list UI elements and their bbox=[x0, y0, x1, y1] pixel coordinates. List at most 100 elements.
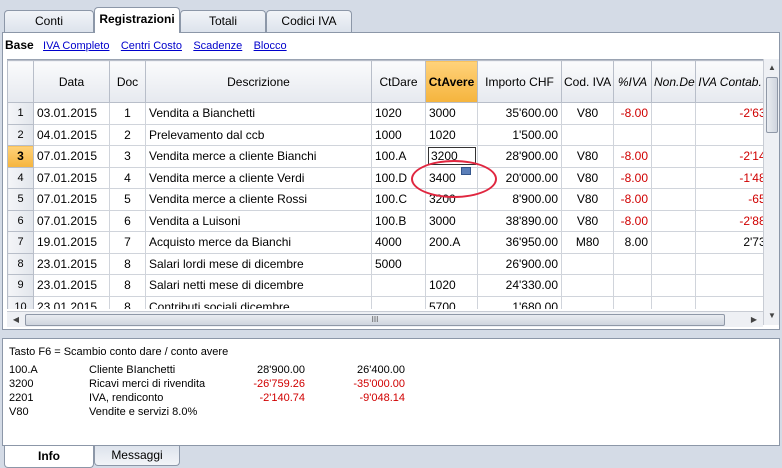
scroll-down-icon[interactable]: ▼ bbox=[766, 309, 778, 323]
col-header-ctavere[interactable]: CtAvere bbox=[425, 60, 478, 103]
cell-ctavere[interactable]: 5700 bbox=[425, 295, 478, 309]
cell-ctdare[interactable]: 5000 bbox=[371, 252, 426, 275]
cell-nonde[interactable] bbox=[651, 274, 696, 297]
cell-nonde[interactable] bbox=[651, 295, 696, 309]
cell-ctdare[interactable]: 100.B bbox=[371, 209, 426, 232]
cell-descrizione[interactable]: Salari netti mese di dicembre bbox=[145, 274, 372, 297]
cell-nonde[interactable] bbox=[651, 166, 696, 189]
cell-cod-iva[interactable] bbox=[561, 123, 614, 146]
cell-descrizione[interactable]: Prelevamento dal ccb bbox=[145, 123, 372, 146]
cell-iva-contab[interactable]: -1'481.48 bbox=[695, 166, 763, 189]
col-header-doc[interactable]: Doc bbox=[109, 60, 146, 103]
row-number[interactable]: 9 bbox=[7, 274, 34, 297]
cell-cod-iva[interactable]: V80 bbox=[561, 166, 614, 189]
cell-doc[interactable]: 2 bbox=[109, 123, 146, 146]
cell-importo[interactable]: 36'950.00 bbox=[477, 231, 562, 254]
cell-descrizione[interactable]: Vendita merce a cliente Rossi bbox=[145, 188, 372, 211]
row-number[interactable]: 2 bbox=[7, 123, 34, 146]
row-number[interactable]: 8 bbox=[7, 252, 34, 275]
cell-data[interactable]: 07.01.2015 bbox=[33, 145, 110, 168]
cell-importo[interactable]: 28'900.00 bbox=[477, 145, 562, 168]
table-row[interactable]: 7 19.01.2015 7 Acquisto merce da Bianchi 400… bbox=[7, 231, 763, 254]
row-number[interactable]: 1 bbox=[7, 102, 34, 125]
cell-data[interactable]: 07.01.2015 bbox=[33, 209, 110, 232]
cell-ctavere[interactable] bbox=[425, 252, 478, 275]
view-iva-completo[interactable]: IVA Completo bbox=[43, 40, 109, 52]
cell-piva[interactable]: -8.00 bbox=[613, 145, 652, 168]
cell-descrizione[interactable]: Contributi sociali dicembre bbox=[145, 295, 372, 309]
cell-iva-contab[interactable] bbox=[695, 274, 763, 297]
cell-importo[interactable]: 35'600.00 bbox=[477, 102, 562, 125]
cell-cod-iva[interactable] bbox=[561, 252, 614, 275]
col-header-iva-contab[interactable]: IVA Contab. CHF bbox=[695, 60, 763, 103]
cell-ctavere[interactable]: 3000 bbox=[425, 102, 478, 125]
cell-nonde[interactable] bbox=[651, 102, 696, 125]
cell-piva[interactable]: -8.00 bbox=[613, 166, 652, 189]
tab-codici-iva[interactable]: Codici IVA bbox=[266, 10, 352, 32]
row-number[interactable]: 5 bbox=[7, 188, 34, 211]
transactions-grid[interactable]: Data Doc Descrizione CtDare CtAvere Impo… bbox=[7, 59, 763, 309]
horizontal-scroll-thumb[interactable]: III bbox=[25, 314, 725, 326]
table-row[interactable]: 3 07.01.2015 3 Vendita merce a cliente Bian… bbox=[7, 145, 763, 168]
col-header-nonde[interactable]: Non.De bbox=[651, 60, 696, 103]
col-header-piva[interactable]: %IVA bbox=[613, 60, 652, 103]
cell-doc[interactable]: 8 bbox=[109, 252, 146, 275]
cell-doc[interactable]: 4 bbox=[109, 166, 146, 189]
cell-ctdare[interactable]: 100.A bbox=[371, 145, 426, 168]
view-scadenze[interactable]: Scadenze bbox=[193, 40, 242, 52]
cell-descrizione[interactable]: Vendita merce a cliente Bianchi bbox=[145, 145, 372, 168]
cell-ctdare[interactable]: 4000 bbox=[371, 231, 426, 254]
col-header-rownum[interactable] bbox=[7, 60, 34, 103]
table-row[interactable]: 10 23.01.2015 8 Contributi sociali dicembre… bbox=[7, 295, 763, 309]
tab-conti[interactable]: Conti bbox=[4, 10, 94, 32]
cell-piva[interactable] bbox=[613, 252, 652, 275]
table-row[interactable]: 6 07.01.2015 6 Vendita a Luisoni 100.B 3000 38… bbox=[7, 209, 763, 232]
cell-piva[interactable]: -8.00 bbox=[613, 209, 652, 232]
cell-data[interactable]: 04.01.2015 bbox=[33, 123, 110, 146]
tab-info[interactable]: Info bbox=[4, 446, 94, 468]
view-base[interactable]: Base bbox=[5, 38, 34, 52]
cell-ctavere[interactable]: 1020 bbox=[425, 123, 478, 146]
cell-ctdare[interactable]: 100.C bbox=[371, 188, 426, 211]
row-number[interactable]: 3 bbox=[7, 145, 34, 168]
cell-cod-iva[interactable] bbox=[561, 295, 614, 309]
cell-importo[interactable]: 38'890.00 bbox=[477, 209, 562, 232]
cell-descrizione[interactable]: Salari lordi mese di dicembre bbox=[145, 252, 372, 275]
horizontal-scrollbar[interactable]: ◀ III ▶ bbox=[7, 311, 763, 327]
cell-ctavere[interactable]: 1020 bbox=[425, 274, 478, 297]
cell-data[interactable]: 19.01.2015 bbox=[33, 231, 110, 254]
scroll-up-icon[interactable]: ▲ bbox=[766, 61, 778, 75]
col-header-data[interactable]: Data bbox=[33, 60, 110, 103]
cell-cod-iva[interactable]: V80 bbox=[561, 188, 614, 211]
cell-cod-iva[interactable] bbox=[561, 274, 614, 297]
col-header-importo[interactable]: Importo CHF bbox=[477, 60, 562, 103]
cell-descrizione[interactable]: Vendita a Luisoni bbox=[145, 209, 372, 232]
cell-piva[interactable] bbox=[613, 295, 652, 309]
cell-ctdare[interactable]: 1000 bbox=[371, 123, 426, 146]
cell-cod-iva[interactable]: V80 bbox=[561, 145, 614, 168]
cell-ctavere[interactable]: 3000 bbox=[425, 209, 478, 232]
cell-descrizione[interactable]: Vendita merce a cliente Verdi bbox=[145, 166, 372, 189]
cell-piva[interactable]: -8.00 bbox=[613, 188, 652, 211]
cell-data[interactable]: 07.01.2015 bbox=[33, 188, 110, 211]
cell-doc[interactable]: 8 bbox=[109, 274, 146, 297]
cell-piva[interactable]: -8.00 bbox=[613, 102, 652, 125]
cell-importo[interactable]: 24'330.00 bbox=[477, 274, 562, 297]
row-number[interactable]: 4 bbox=[7, 166, 34, 189]
row-number[interactable]: 10 bbox=[7, 295, 34, 309]
cell-nonde[interactable] bbox=[651, 252, 696, 275]
col-header-ctdare[interactable]: CtDare bbox=[371, 60, 426, 103]
cell-iva-contab[interactable]: -2'637.04 bbox=[695, 102, 763, 125]
cell-data[interactable]: 23.01.2015 bbox=[33, 274, 110, 297]
cell-doc[interactable]: 6 bbox=[109, 209, 146, 232]
table-row[interactable]: 4 07.01.2015 4 Vendita merce a cliente Verd… bbox=[7, 166, 763, 189]
cell-nonde[interactable] bbox=[651, 209, 696, 232]
cell-iva-contab[interactable]: -2'140.74 bbox=[695, 145, 763, 168]
cell-importo[interactable]: 1'680.00 bbox=[477, 295, 562, 309]
cell-iva-contab[interactable]: -659.26 bbox=[695, 188, 763, 211]
cell-nonde[interactable] bbox=[651, 123, 696, 146]
col-header-descrizione[interactable]: Descrizione bbox=[145, 60, 372, 103]
tab-totali[interactable]: Totali bbox=[180, 10, 266, 32]
cell-iva-contab[interactable] bbox=[695, 295, 763, 309]
scroll-left-icon[interactable]: ◀ bbox=[9, 314, 23, 326]
